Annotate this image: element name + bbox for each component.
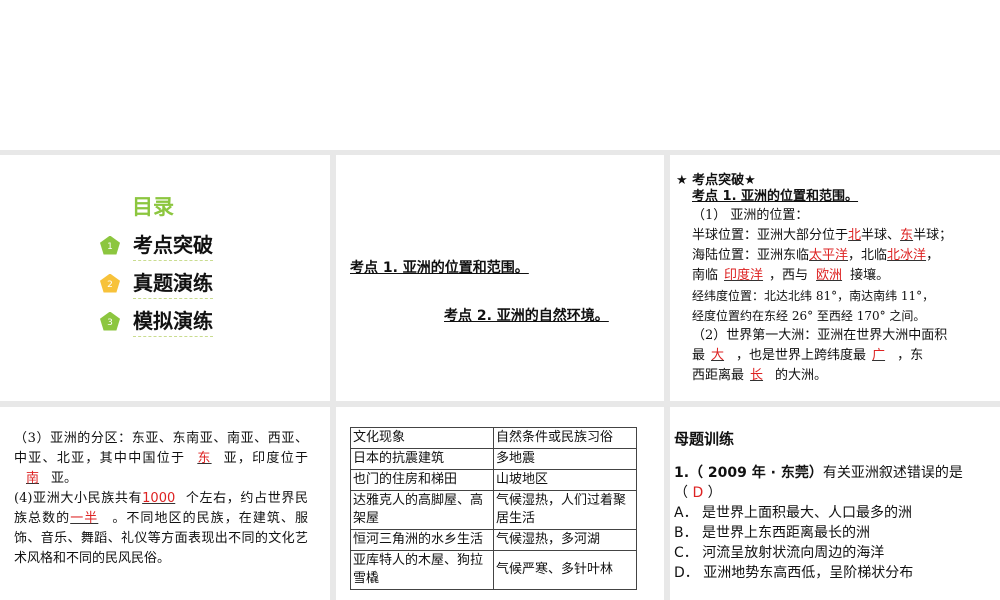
answer-line: （ D ） (674, 483, 990, 503)
text-line: 经度位置约在东经 26° 至西经 170° 之间。 (692, 309, 926, 323)
answer-blank: 1000 (142, 491, 176, 506)
text: 半球、 (861, 228, 901, 243)
answer-blank: 北冰洋 (887, 248, 927, 263)
table-row: 日本的抗震建筑 多地震 (350, 448, 637, 470)
text: 西距离最 (692, 368, 745, 383)
option-d: D． 亚洲地势东高西低，呈阶梯状分布 (674, 565, 914, 581)
option-b: B． 是世界上东西距离最长的洲 (674, 525, 871, 541)
text: ，也是世界上跨纬度最 (736, 348, 867, 363)
table-cell: 气候严寒、多针叶林 (493, 550, 637, 590)
answer-blank: 南 (26, 471, 40, 486)
text: 亚。 (51, 471, 78, 486)
text-line: 经纬度位置：北达北纬 81°，南达南纬 11°， (692, 289, 935, 303)
text-line: （1） 亚洲的位置： (692, 208, 809, 223)
topic-link-2[interactable]: 考点 2. 亚洲的自然环境。 (444, 305, 609, 325)
text: 亚，印度位于 (223, 451, 308, 466)
answer-blank: 广 (872, 348, 886, 363)
text: ，北临 (848, 248, 888, 263)
text: 的大洲。 (775, 368, 828, 383)
table-cell: 达雅克人的高脚屋、高架屋 (350, 490, 494, 530)
answer-blank: 东 (900, 228, 914, 243)
text: 半球位置：亚洲大部分位于 (692, 228, 849, 243)
text: （ (674, 485, 693, 501)
option-a: A． 是世界上面积最大、人口最多的洲 (674, 505, 913, 521)
answer-blank: 长 (750, 368, 764, 383)
table-cell: 气候湿热，人们过着聚居生活 (493, 490, 637, 530)
pentagon-icon: 2 (100, 273, 120, 293)
answer-blank: 东 (197, 451, 212, 466)
toc-label: 真题演练 (133, 267, 213, 299)
table-cell: 恒河三角洲的水乡生活 (350, 529, 494, 551)
table-header-row: 文化现象 自然条件或民族习俗 (350, 427, 637, 449)
slide-topic1: ★ 考点突破★ 考点 1. 亚洲的位置和范围。 （1） 亚洲的位置： 半球位置：… (670, 155, 1000, 401)
quiz-title: 母题训练 (674, 430, 735, 448)
toc-item-2[interactable]: 2 真题演练 (100, 267, 213, 299)
table-header: 自然条件或民族习俗 (493, 427, 637, 449)
slide-regions: （3）亚洲的分区：东亚、东南亚、南亚、西亚、中亚、北亚，其中中国位于东亚，印度位… (0, 407, 330, 600)
text: ，西与 (769, 268, 809, 283)
text: 南临 (692, 268, 719, 283)
text-line: 半球位置：亚洲大部分位于北半球、东半球； (692, 226, 992, 246)
text: 最 (692, 348, 706, 363)
blank-top-area (0, 0, 1000, 150)
text: 海陆位置：亚洲东临 (692, 248, 810, 263)
question-number: 1.（ 2009 年 · 东莞） (674, 465, 823, 481)
pentagon-icon: 1 (100, 235, 120, 255)
answer-blank: 欧洲 (816, 268, 843, 283)
section-header: ★ 考点突破★ (676, 173, 756, 188)
table-cell: 亚库特人的木屋、狗拉雪橇 (350, 550, 494, 590)
option-c: C． 河流呈放射状流向周边的海洋 (674, 545, 885, 561)
answer-blank: 太平洋 (809, 248, 849, 263)
pentagon-icon: 3 (100, 311, 120, 331)
slide-culture-table: 文化现象 自然条件或民族习俗 日本的抗震建筑 多地震 也门的住房和梯田 山坡地区 达雅… (336, 407, 664, 600)
answer-blank: 北 (848, 228, 862, 243)
text-line: （2）世界第一大洲：亚洲在世界大洲中面积 (692, 328, 948, 343)
table-row: 亚库特人的木屋、狗拉雪橇 气候严寒、多针叶林 (350, 550, 637, 590)
text: ） (703, 485, 722, 501)
table-row: 恒河三角洲的水乡生活 气候湿热，多河湖 (350, 529, 637, 551)
text-line: 西距离最长的大洲。 (692, 366, 992, 386)
answer-blank: 印度洋 (724, 268, 764, 283)
table-cell: 日本的抗震建筑 (350, 448, 494, 470)
table-cell: 多地震 (493, 448, 637, 470)
table-header: 文化现象 (350, 427, 494, 449)
text-line: 南临 印度洋 ，西与 欧洲 接壤。 (692, 266, 992, 286)
toc-label: 模拟演练 (133, 305, 213, 337)
toc-item-3[interactable]: 3 模拟演练 (100, 305, 213, 337)
table-cell: 气候湿热，多河湖 (493, 529, 637, 551)
culture-table: 文化现象 自然条件或民族习俗 日本的抗震建筑 多地震 也门的住房和梯田 山坡地区 达雅… (350, 427, 637, 590)
text-line: 最大 ，也是世界上跨纬度最广 ，东 (692, 346, 992, 366)
text: ，东 (897, 348, 924, 363)
toc-title: 目录 (132, 195, 174, 219)
text: 接壤。 (850, 268, 890, 283)
table-cell: 也门的住房和梯田 (350, 469, 494, 491)
slide-toc[interactable]: 目录 1 考点突破 2 真题演练 3 模拟演练 (0, 155, 330, 401)
question: 1.（ 2009 年 · 东莞）有关亚洲叙述错误的是 (674, 463, 990, 483)
paragraph-regions: （3）亚洲的分区：东亚、东南亚、南亚、西亚、中亚、北亚，其中中国位于东亚，印度位… (14, 429, 308, 489)
answer-blank: 大 (711, 348, 725, 363)
topic-link-1[interactable]: 考点 1. 亚洲的位置和范围。 (350, 257, 529, 277)
paragraph-peoples: (4)亚洲大小民族共有1000 个左右，约占世界民族总数的一半 。不同地区的民族，在… (14, 489, 308, 569)
table-row: 达雅克人的高脚屋、高架屋 气候湿热，人们过着聚居生活 (350, 490, 637, 530)
text: ， (926, 248, 940, 263)
table-cell: 山坡地区 (493, 469, 637, 491)
section-title: 考点 1. 亚洲的位置和范围。 (692, 189, 859, 204)
text: 半球； (913, 228, 953, 243)
toc-label: 考点突破 (133, 229, 213, 261)
slide-topics[interactable]: 考点 1. 亚洲的位置和范围。 考点 2. 亚洲的自然环境。 (336, 155, 664, 401)
toc-item-1[interactable]: 1 考点突破 (100, 229, 213, 261)
text-line: 海陆位置：亚洲东临太平洋，北临北冰洋， (692, 246, 992, 266)
text: (4)亚洲大小民族共有 (14, 491, 143, 506)
question-text: 有关亚洲叙述错误的是 (822, 465, 963, 481)
table-row: 也门的住房和梯田 山坡地区 (350, 469, 637, 491)
answer-blank: 一半 (70, 511, 99, 526)
answer: D (692, 485, 704, 501)
section-body: （1） 亚洲的位置： 半球位置：亚洲大部分位于北半球、东半球； 海陆位置：亚洲东… (676, 206, 1000, 386)
slide-quiz: 母题训练 1.（ 2009 年 · 东莞）有关亚洲叙述错误的是 （ D ） A．… (670, 407, 1000, 600)
